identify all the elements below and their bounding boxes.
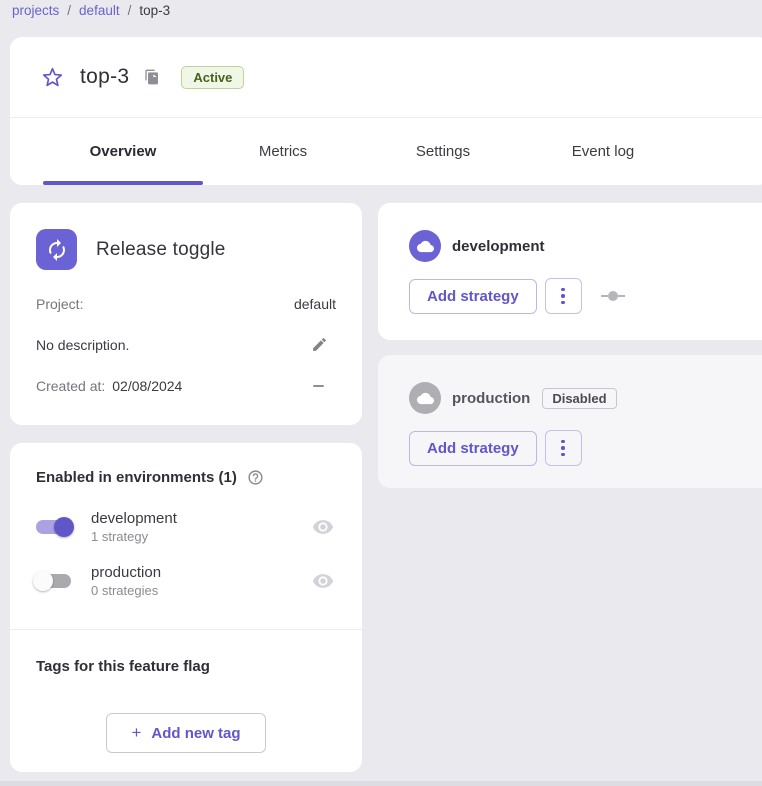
tags-heading: Tags for this feature flag bbox=[10, 630, 362, 675]
tab-settings[interactable]: Settings bbox=[363, 118, 523, 185]
strategy-commit-icon bbox=[601, 291, 625, 301]
flag-details-card: Release toggle Project: default No descr… bbox=[10, 203, 362, 425]
breadcrumb: projects / default / top-3 bbox=[12, 3, 170, 18]
production-toggle[interactable] bbox=[24, 574, 82, 588]
tab-event-log[interactable]: Event log bbox=[523, 118, 683, 185]
environment-strategy-count: 0 strategies bbox=[91, 583, 312, 598]
tab-overview[interactable]: Overview bbox=[43, 118, 203, 185]
tab-bar: Overview Metrics Settings Event log bbox=[10, 118, 762, 185]
strategy-card-production: production Disabled Add strategy bbox=[378, 355, 762, 488]
breadcrumb-projects[interactable]: projects bbox=[12, 3, 59, 18]
status-badge: Active bbox=[181, 66, 244, 89]
page-title: top-3 bbox=[80, 65, 129, 89]
add-strategy-button[interactable]: Add strategy bbox=[409, 431, 537, 466]
development-toggle[interactable] bbox=[24, 520, 82, 534]
cloud-environment-icon bbox=[409, 230, 441, 262]
tab-label: Overview bbox=[90, 143, 157, 160]
bottom-edge bbox=[0, 781, 762, 786]
environment-card-title: production bbox=[452, 390, 530, 407]
environment-row-development: development 1 strategy bbox=[10, 510, 362, 544]
created-at-label: Created at: bbox=[36, 378, 105, 394]
help-icon[interactable] bbox=[247, 469, 264, 486]
flag-header-row: top-3 Active bbox=[10, 37, 762, 118]
tab-label: Event log bbox=[572, 143, 635, 160]
more-options-kebab-icon[interactable] bbox=[545, 278, 582, 314]
cloud-environment-icon bbox=[409, 382, 441, 414]
breadcrumb-separator: / bbox=[128, 3, 132, 18]
breadcrumb-current: top-3 bbox=[139, 3, 170, 18]
created-at-row: Created at: 02/08/2024 bbox=[36, 378, 336, 394]
disabled-badge: Disabled bbox=[542, 388, 616, 409]
add-new-tag-button[interactable]: + Add new tag bbox=[106, 713, 265, 753]
environments-card: Enabled in environments (1) development … bbox=[10, 443, 362, 772]
description-text: No description. bbox=[36, 337, 129, 353]
description-row: No description. bbox=[36, 336, 336, 353]
environment-card-title: development bbox=[452, 238, 545, 255]
plus-icon: + bbox=[131, 723, 141, 743]
environment-strategy-count: 1 strategy bbox=[91, 529, 312, 544]
more-options-kebab-icon[interactable] bbox=[545, 430, 582, 466]
tab-metrics[interactable]: Metrics bbox=[203, 118, 363, 185]
strategy-card-development: development Add strategy bbox=[378, 203, 762, 340]
project-row: Project: default bbox=[36, 296, 336, 312]
environment-row-production: production 0 strategies bbox=[10, 564, 362, 598]
visibility-eye-icon[interactable] bbox=[312, 570, 334, 592]
created-at-value: 02/08/2024 bbox=[112, 378, 182, 394]
breadcrumb-separator: / bbox=[67, 3, 71, 18]
add-new-tag-label: Add new tag bbox=[151, 725, 240, 742]
flag-header-card: top-3 Active Overview Metrics Settings E… bbox=[10, 37, 762, 185]
feature-flag-page: projects / default / top-3 top-3 Active … bbox=[0, 0, 762, 786]
favorite-star-icon[interactable] bbox=[42, 67, 63, 88]
environment-name: development bbox=[91, 510, 312, 527]
active-tab-indicator bbox=[43, 181, 203, 185]
collapse-minus-icon[interactable] bbox=[313, 385, 324, 387]
environments-heading: Enabled in environments (1) bbox=[36, 469, 237, 486]
flag-type-title: Release toggle bbox=[96, 239, 226, 261]
add-strategy-button[interactable]: Add strategy bbox=[409, 279, 537, 314]
breadcrumb-default[interactable]: default bbox=[79, 3, 120, 18]
edit-description-icon[interactable] bbox=[311, 336, 328, 353]
tab-label: Metrics bbox=[259, 143, 307, 160]
release-toggle-icon bbox=[36, 229, 77, 270]
environment-name: production bbox=[91, 564, 312, 581]
tab-label: Settings bbox=[416, 143, 470, 160]
copy-name-icon[interactable] bbox=[144, 69, 160, 85]
project-value: default bbox=[294, 296, 336, 312]
visibility-eye-icon[interactable] bbox=[312, 516, 334, 538]
project-label: Project: bbox=[36, 296, 83, 312]
